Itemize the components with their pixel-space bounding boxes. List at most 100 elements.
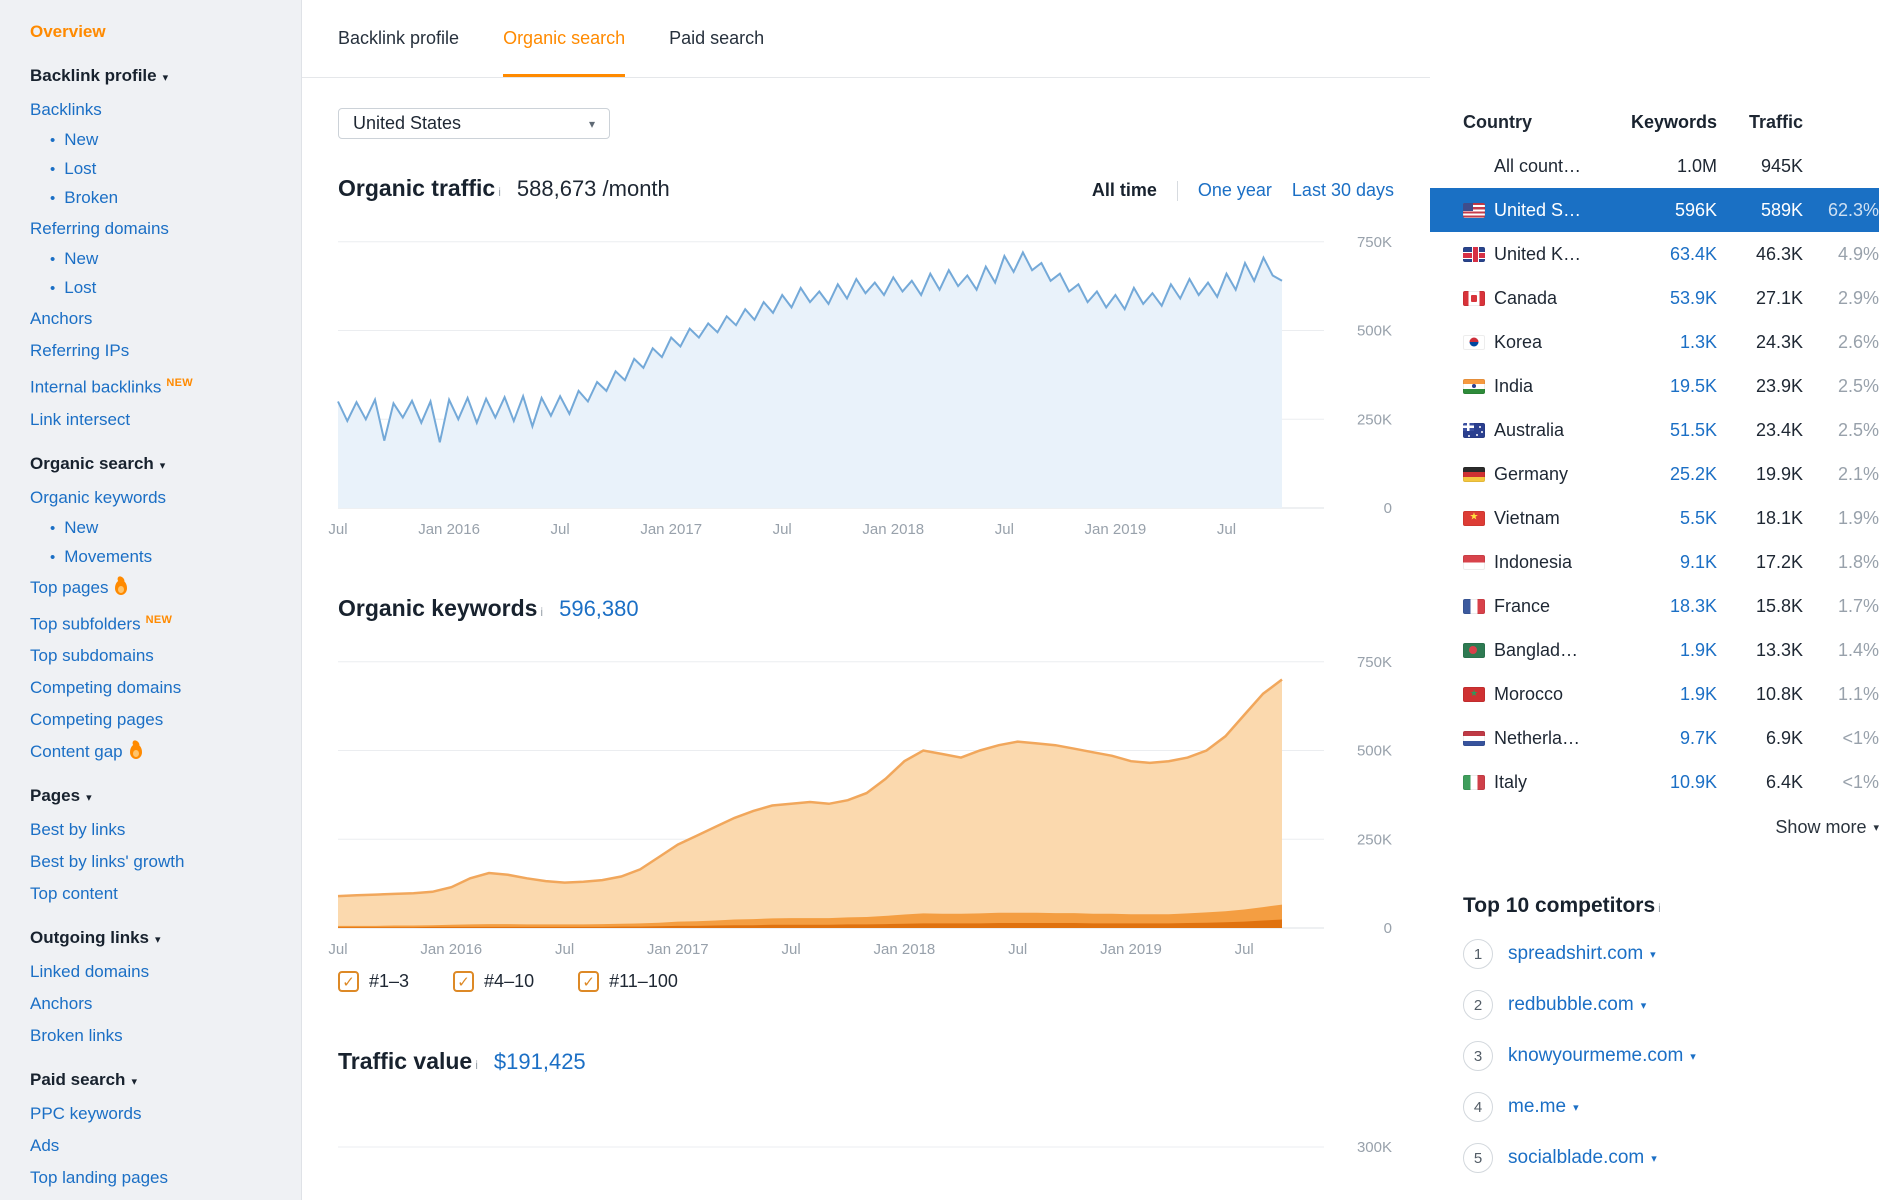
sidebar-item-best-by-links-growth[interactable]: Best by links' growth	[0, 846, 301, 878]
filter-positions-1-3[interactable]: ✓ #1–3	[338, 971, 409, 992]
filter-positions-11-100[interactable]: ✓ #11–100	[578, 971, 678, 992]
sidebar-item-referring-domains[interactable]: Referring domains	[0, 213, 301, 245]
checkbox-checked-icon[interactable]: ✓	[338, 971, 359, 992]
sidebar-item-broken-links[interactable]: Broken links	[0, 1020, 301, 1052]
range-last-30-days[interactable]: Last 30 days	[1292, 180, 1394, 201]
range-all-time[interactable]: All time	[1092, 180, 1157, 201]
sidebar-link[interactable]: Link intersect	[30, 410, 130, 429]
country-keywords-link[interactable]: 63.4K	[1607, 244, 1717, 265]
sidebar-item-content-gap[interactable]: Content gap	[0, 736, 301, 768]
country-keywords-link[interactable]: 18.3K	[1607, 596, 1717, 617]
sidebar-link[interactable]: Best by links	[30, 820, 125, 839]
country-keywords-link[interactable]: 19.5K	[1607, 376, 1717, 397]
country-keywords-link[interactable]: 10.9K	[1607, 772, 1717, 793]
filter-positions-4-10[interactable]: ✓ #4–10	[453, 971, 534, 992]
sidebar-link[interactable]: Broken links	[30, 1026, 123, 1045]
sidebar-item-backlinks[interactable]: Backlinks	[0, 94, 301, 126]
country-row-korea[interactable]: Korea 1.3K 24.3K 2.6%	[1430, 320, 1879, 364]
country-row-germany[interactable]: Germany 25.2K 19.9K 2.1%	[1430, 452, 1879, 496]
sidebar-link[interactable]: Anchors	[30, 309, 92, 328]
country-row-united-kingdom[interactable]: United K… 63.4K 46.3K 4.9%	[1430, 232, 1879, 276]
country-row-netherlands[interactable]: Netherla… 9.7K 6.9K <1%	[1430, 716, 1879, 760]
sidebar-link[interactable]: Competing domains	[30, 678, 181, 697]
sidebar-item-referring-ips[interactable]: Referring IPs	[0, 335, 301, 367]
sidebar-item-top-subfolders[interactable]: Top subfoldersNEW	[0, 604, 301, 641]
country-keywords-link[interactable]: 53.9K	[1607, 288, 1717, 309]
sidebar-link[interactable]: Content gap	[30, 742, 123, 761]
caret-down-icon[interactable]: ▾	[1573, 1101, 1579, 1114]
sidebar-item-top-subdomains[interactable]: Top subdomains	[0, 640, 301, 672]
country-row-morocco[interactable]: Morocco 1.9K 10.8K 1.1%	[1430, 672, 1879, 716]
sidebar-item-top-landing-pages[interactable]: Top landing pages	[0, 1162, 301, 1194]
sidebar-section-backlink-profile[interactable]: Backlink profile▾	[0, 60, 301, 94]
country-keywords-link[interactable]: 1.3K	[1607, 332, 1717, 353]
checkbox-checked-icon[interactable]: ✓	[578, 971, 599, 992]
country-row-canada[interactable]: Canada 53.9K 27.1K 2.9%	[1430, 276, 1879, 320]
sidebar-item-competing-domains[interactable]: Competing domains	[0, 672, 301, 704]
country-keywords-link[interactable]: 9.1K	[1607, 552, 1717, 573]
traffic-value-link[interactable]: $191,425	[494, 1049, 586, 1075]
country-row-france[interactable]: France 18.3K 15.8K 1.7%	[1430, 584, 1879, 628]
country-keywords-link[interactable]: 1.9K	[1607, 640, 1717, 661]
sidebar-link[interactable]: New	[64, 249, 98, 268]
country-keywords-link[interactable]: 9.7K	[1607, 728, 1717, 749]
sidebar-item-anchors[interactable]: Anchors	[0, 303, 301, 335]
sidebar-item-best-by-links[interactable]: Best by links	[0, 814, 301, 846]
tab-paid-search[interactable]: Paid search	[669, 0, 764, 77]
sidebar-section-paid-search[interactable]: Paid search▾	[0, 1064, 301, 1098]
tab-organic-search[interactable]: Organic search	[503, 0, 625, 77]
sidebar-item-ads[interactable]: Ads	[0, 1130, 301, 1162]
sidebar-link[interactable]: Competing pages	[30, 710, 163, 729]
sidebar-section-organic-search[interactable]: Organic search▾	[0, 448, 301, 482]
sidebar-link[interactable]: Lost	[64, 159, 96, 178]
sidebar-item-organic-keywords[interactable]: Organic keywords	[0, 482, 301, 514]
caret-down-icon[interactable]: ▾	[1650, 948, 1656, 961]
country-row-italy[interactable]: Italy 10.9K 6.4K <1%	[1430, 760, 1879, 804]
caret-down-icon[interactable]: ▾	[1690, 1050, 1696, 1063]
country-row-all-countries[interactable]: All count… 1.0M 945K	[1430, 144, 1879, 188]
competitor-domain-link[interactable]: knowyourmeme.com	[1508, 1045, 1683, 1067]
tab-backlink-profile[interactable]: Backlink profile	[338, 0, 459, 77]
sidebar-link[interactable]: Referring IPs	[30, 341, 129, 360]
checkbox-checked-icon[interactable]: ✓	[453, 971, 474, 992]
competitor-domain-link[interactable]: redbubble.com	[1508, 994, 1634, 1016]
sidebar-item-top-pages[interactable]: Top pages	[0, 572, 301, 604]
sidebar-section-pages[interactable]: Pages▾	[0, 780, 301, 814]
sidebar-link[interactable]: New	[64, 518, 98, 537]
sidebar-item-organic-keywords-movements[interactable]: •Movements	[0, 543, 301, 572]
sidebar-link[interactable]: Ads	[30, 1136, 59, 1155]
range-one-year[interactable]: One year	[1198, 180, 1272, 201]
sidebar-item-ppc-keywords[interactable]: PPC keywords	[0, 1098, 301, 1130]
sidebar-link[interactable]: Top subfolders	[30, 614, 141, 633]
sidebar-item-backlinks-new[interactable]: •New	[0, 126, 301, 155]
show-more-button[interactable]: Show more ▾	[1430, 804, 1879, 850]
country-keywords-link[interactable]: 596K	[1607, 200, 1717, 221]
country-row-indonesia[interactable]: Indonesia 9.1K 17.2K 1.8%	[1430, 540, 1879, 584]
caret-down-icon[interactable]: ▾	[1641, 999, 1647, 1012]
sidebar-item-linked-domains[interactable]: Linked domains	[0, 956, 301, 988]
country-row-united-states[interactable]: United S… 596K 589K 62.3%	[1430, 188, 1879, 232]
sidebar-item-referring-domains-lost[interactable]: •Lost	[0, 274, 301, 303]
sidebar-link[interactable]: Broken	[64, 188, 118, 207]
country-keywords-link[interactable]: 5.5K	[1607, 508, 1717, 529]
country-row-vietnam[interactable]: Vietnam 5.5K 18.1K 1.9%	[1430, 496, 1879, 540]
sidebar-link[interactable]: Best by links' growth	[30, 852, 184, 871]
country-keywords-link[interactable]: 25.2K	[1607, 464, 1717, 485]
sidebar-item-competing-pages[interactable]: Competing pages	[0, 704, 301, 736]
sidebar-section-outgoing-links[interactable]: Outgoing links▾	[0, 922, 301, 956]
sidebar-item-referring-domains-new[interactable]: •New	[0, 245, 301, 274]
sidebar-item-outgoing-anchors[interactable]: Anchors	[0, 988, 301, 1020]
sidebar-link[interactable]: Linked domains	[30, 962, 149, 981]
sidebar-link[interactable]: Top pages	[30, 578, 108, 597]
country-keywords-link[interactable]: 51.5K	[1607, 420, 1717, 441]
country-keywords-link[interactable]: 1.9K	[1607, 684, 1717, 705]
sidebar-item-backlinks-lost[interactable]: •Lost	[0, 155, 301, 184]
country-row-india[interactable]: India 19.5K 23.9K 2.5%	[1430, 364, 1879, 408]
sidebar-item-backlinks-broken[interactable]: •Broken	[0, 184, 301, 213]
caret-down-icon[interactable]: ▾	[1651, 1152, 1657, 1165]
sidebar-item-link-intersect[interactable]: Link intersect	[0, 404, 301, 436]
country-row-australia[interactable]: Australia 51.5K 23.4K 2.5%	[1430, 408, 1879, 452]
sidebar-link[interactable]: Referring domains	[30, 219, 169, 238]
sidebar-item-top-content[interactable]: Top content	[0, 878, 301, 910]
sidebar-link[interactable]: Anchors	[30, 994, 92, 1013]
